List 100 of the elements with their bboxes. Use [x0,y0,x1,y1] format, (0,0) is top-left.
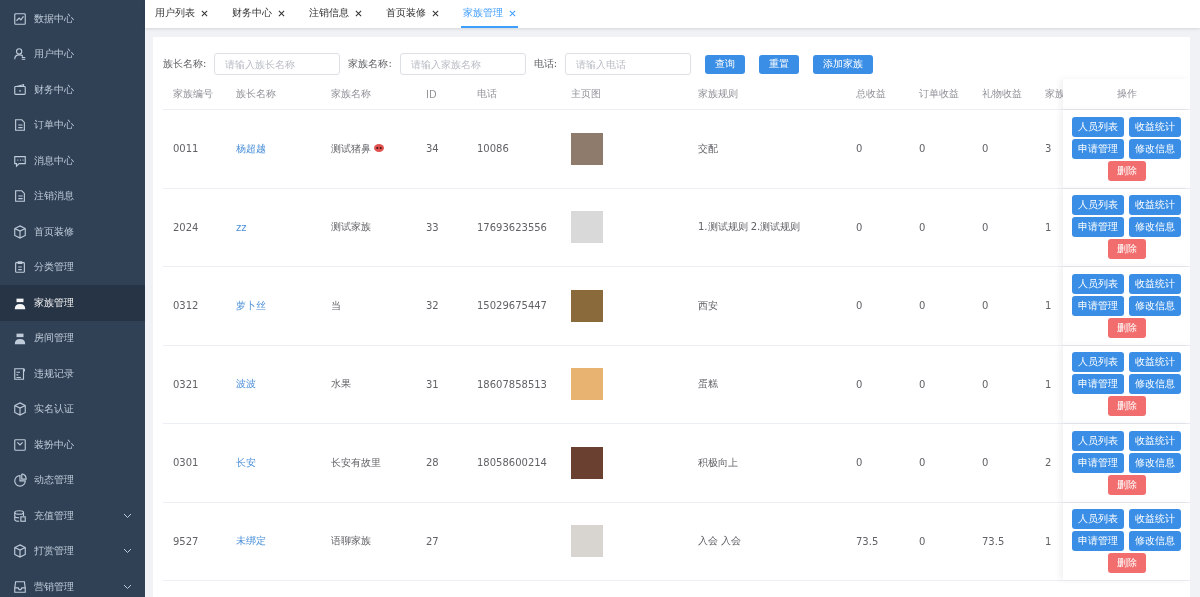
photo-placeholder [571,132,603,165]
action-button[interactable]: 修改信息 [1129,531,1181,552]
delete-button[interactable]: 删除 [1107,239,1146,260]
tab[interactable]: 用户列表 [153,0,210,28]
table-cell: 0 [919,535,926,547]
delete-button[interactable]: 删除 [1107,474,1146,495]
cube-icon [13,224,27,239]
action-button[interactable]: 收益统计 [1129,273,1181,294]
leader-name-link[interactable]: zz [236,221,247,233]
action-button[interactable]: 收益统计 [1129,116,1181,137]
leader-name-link[interactable]: 波波 [236,377,256,392]
action-button[interactable]: 修改信息 [1129,374,1181,395]
action-button[interactable]: 人员列表 [1072,352,1124,373]
user-icon [13,47,27,62]
sidebar-item[interactable]: 分类管理 [0,249,145,285]
chart-icon [13,11,27,26]
table-cell: 17693623556 [477,221,547,233]
sidebar-item[interactable]: 家族管理 [0,285,145,321]
delete-button[interactable]: 删除 [1107,396,1146,417]
sidebar-item[interactable]: 营销管理 [0,569,145,597]
chevron-down-icon [123,583,132,590]
action-button[interactable]: 修改信息 [1129,217,1181,238]
chevron-down-icon [123,512,132,519]
table-cell: 长安有故里 [331,455,381,470]
action-button[interactable]: 申请管理 [1072,295,1124,316]
sidebar-item[interactable]: 违规记录 [0,356,145,392]
delete-button[interactable]: 删除 [1107,317,1146,338]
action-button[interactable]: 申请管理 [1072,374,1124,395]
table-cell: 0 [856,143,863,155]
input-field[interactable]: 请输入电话 [565,53,692,75]
table-cell: 3 [1045,143,1052,155]
action-button[interactable]: 人员列表 [1072,430,1124,451]
wallet-icon [13,82,27,97]
filter-label: 族长名称: [163,57,207,71]
table-cell: 0 [982,143,989,155]
sidebar-item[interactable]: 打赏管理 [0,533,145,569]
table-cell: 0 [919,457,926,469]
cube-icon [13,402,27,417]
filter-button[interactable]: 重置 [759,54,800,74]
close-icon[interactable] [201,9,208,17]
input-field[interactable]: 请输入家族名称 [399,53,526,75]
action-button[interactable]: 人员列表 [1072,509,1124,530]
leader-name-link[interactable]: 未绑定 [236,534,266,549]
tab[interactable]: 首页装修 [384,0,441,28]
close-icon[interactable] [432,9,439,17]
delete-button[interactable]: 删除 [1107,160,1146,181]
table-cell: 交配 [698,141,718,156]
leader-name-link[interactable]: 长安 [236,455,256,470]
column-header: 族长名称 [235,87,277,101]
action-button[interactable]: 修改信息 [1129,138,1181,159]
action-button[interactable]: 申请管理 [1072,217,1124,238]
filter-button[interactable]: 查询 [705,54,746,74]
table-cell: 0 [919,221,926,233]
list-icon [13,366,27,381]
sidebar-item[interactable]: 动态管理 [0,462,145,498]
action-button[interactable]: 收益统计 [1129,430,1181,451]
sidebar-item[interactable]: 订单中心 [0,107,145,143]
action-button[interactable]: 修改信息 [1129,295,1181,316]
filter-label: 家族名称: [348,57,392,71]
action-button[interactable]: 人员列表 [1072,116,1124,137]
action-button[interactable]: 修改信息 [1129,452,1181,473]
tab[interactable]: 财务中心 [230,0,287,28]
sidebar-item[interactable]: 首页装修 [0,214,145,250]
column-header: 家族编号 [172,87,214,101]
sidebar-item[interactable]: 充值管理 [0,498,145,534]
action-button[interactable]: 收益统计 [1129,352,1181,373]
filter-button[interactable]: 添加家族 [813,54,874,74]
action-button[interactable]: 申请管理 [1072,531,1124,552]
table-cell: 0312 [173,300,199,312]
action-button[interactable]: 人员列表 [1072,273,1124,294]
action-button[interactable]: 人员列表 [1072,195,1124,216]
input-field[interactable]: 请输入族长名称 [214,53,341,75]
sidebar-item[interactable]: 财务中心 [0,72,145,108]
action-button[interactable]: 收益统计 [1129,509,1181,530]
tab[interactable]: 家族管理 [461,0,518,28]
leader-name-link[interactable]: 萝卜丝 [236,298,266,313]
close-icon[interactable] [355,9,362,17]
delete-button[interactable]: 删除 [1107,553,1146,574]
table-cell: 0 [919,378,926,390]
sidebar-item[interactable]: 用户中心 [0,36,145,72]
table-cell: 0 [982,378,989,390]
sidebar-item[interactable]: 实名认证 [0,391,145,427]
sidebar-item[interactable]: 房间管理 [0,320,145,356]
column-header: 家族规则 [697,87,739,101]
table-cell: 0 [919,143,926,155]
sidebar-item[interactable]: 数据中心 [0,1,145,37]
sidebar-item[interactable]: 装扮中心 [0,427,145,463]
action-button[interactable]: 申请管理 [1072,138,1124,159]
column-header: 操作 [1063,79,1190,109]
close-icon[interactable] [278,9,285,17]
leader-name-link[interactable]: 杨超越 [236,141,266,156]
column-header: 订单收益 [918,87,960,101]
action-button[interactable]: 申请管理 [1072,452,1124,473]
sidebar-item[interactable]: 消息中心 [0,143,145,179]
tab[interactable]: 注销信息 [307,0,364,28]
chevron-down-icon [123,548,132,555]
table-cell: 2024 [173,221,199,233]
sidebar-item[interactable]: 注销消息 [0,178,145,214]
table-cell: 语聊家族 [331,534,371,549]
action-button[interactable]: 收益统计 [1129,195,1181,216]
